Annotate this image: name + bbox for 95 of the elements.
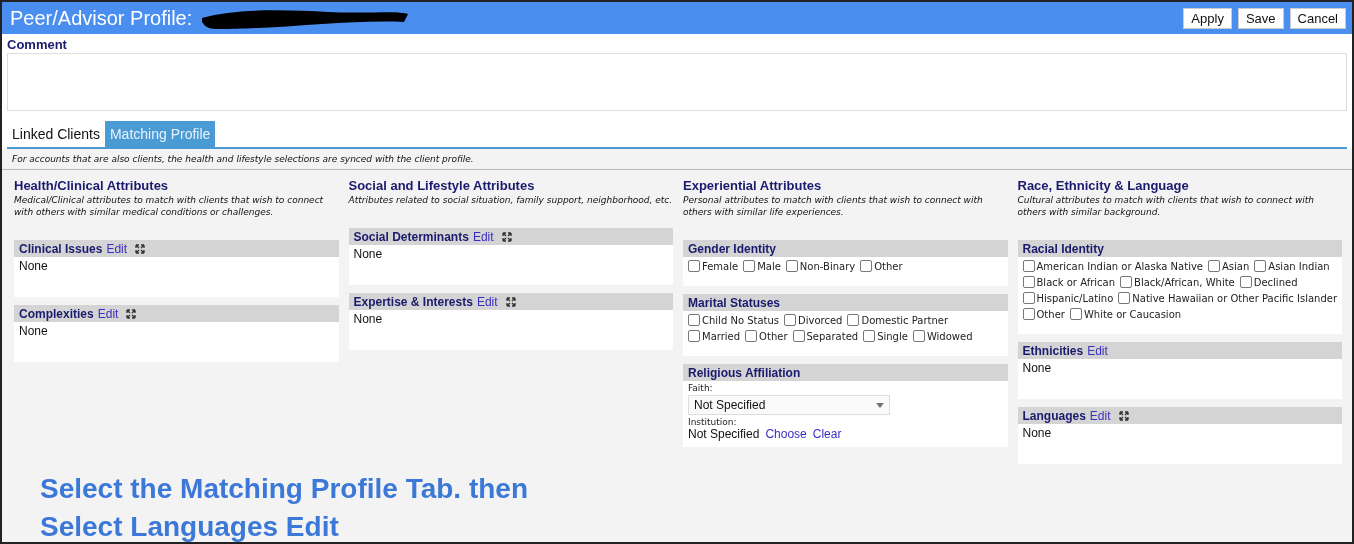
expand-icon[interactable] <box>135 243 146 254</box>
section-title: Religious Affiliation <box>688 365 801 380</box>
section-value: None <box>352 246 384 263</box>
checkbox[interactable] <box>792 330 805 342</box>
caret-icon <box>876 402 884 408</box>
checkbox[interactable] <box>1022 308 1035 320</box>
section-title: Gender Identity <box>688 241 776 256</box>
checkbox-label: White or Caucasion <box>1083 308 1182 320</box>
checkbox[interactable] <box>1022 276 1035 288</box>
checkbox-label: Non-Binary <box>799 260 856 272</box>
expand-icon[interactable] <box>126 308 137 319</box>
checkbox[interactable] <box>1022 260 1035 272</box>
checkbox-label: Asian Indian <box>1268 260 1330 272</box>
checkbox[interactable] <box>1118 292 1131 304</box>
field-label: Faith: <box>688 383 714 393</box>
section-title: Expertise & Interests <box>353 294 473 309</box>
checkbox[interactable] <box>745 330 758 342</box>
checkbox[interactable] <box>860 260 873 272</box>
comment-field[interactable] <box>7 53 1347 111</box>
checkbox[interactable] <box>688 314 700 326</box>
instruction-text: Select the Matching Profile Tab. then <box>40 472 529 506</box>
edit-link[interactable]: Edit <box>1087 343 1108 358</box>
checkbox-label: Black/African, White <box>1134 276 1235 288</box>
header-button[interactable]: Apply <box>1183 7 1232 29</box>
checkbox-label: Married <box>702 330 741 342</box>
checkbox-label: Female <box>702 260 739 272</box>
expand-icon[interactable] <box>501 231 512 242</box>
faith-dropdown[interactable]: Not Specified <box>688 395 890 415</box>
checkbox-label: Hispanic/Latino <box>1036 292 1114 304</box>
checkbox-label: Domestic Partner <box>861 314 949 326</box>
instruction-text: Select Languages Edit <box>40 510 340 542</box>
section-title: Racial Identity <box>1022 241 1104 256</box>
section-title: Social Determinants <box>353 229 469 244</box>
column-description: Cultural attributes to match with clients that wish to connect with others with similar background. <box>1017 194 1316 218</box>
section-title: Clinical Issues <box>19 241 103 256</box>
checkbox-label: Black or African <box>1036 276 1115 288</box>
header-button[interactable]: Cancel <box>1289 7 1346 29</box>
section-title: Languages <box>1022 408 1086 423</box>
checkbox-label: Child No Status <box>702 314 780 326</box>
checkbox-label: American Indian or Alaska Native <box>1036 260 1203 272</box>
expand-icon[interactable] <box>505 296 516 307</box>
checkbox[interactable] <box>688 330 700 342</box>
edit-link[interactable]: Edit <box>472 229 494 244</box>
checkbox-label: Single <box>877 330 908 342</box>
checkbox-label: Other <box>759 330 788 342</box>
institution-value: Not Specified <box>688 427 760 441</box>
checkbox-label: Native Hawaiian or Other Pacific Islander <box>1132 292 1337 304</box>
expand-icon[interactable] <box>1118 410 1129 421</box>
section-title: Marital Statuses <box>688 295 781 310</box>
header-button[interactable]: Save <box>1237 7 1284 29</box>
section-value: None <box>18 323 49 340</box>
section-value: None <box>18 258 49 275</box>
column-description: Medical/Clinical attributes to match with clients that wish to connect with others with similar medical conditions or challenges. <box>14 194 325 218</box>
checkbox[interactable] <box>1069 308 1082 320</box>
checkbox-label: Other <box>1036 308 1065 320</box>
checkbox[interactable] <box>1022 292 1035 304</box>
checkbox[interactable] <box>1208 260 1220 272</box>
checkbox-label: Asian <box>1222 260 1250 272</box>
action-link[interactable]: Choose <box>765 427 807 441</box>
edit-link[interactable]: Edit <box>106 241 128 256</box>
action-link[interactable]: Clear <box>812 427 842 441</box>
section-value: None <box>352 311 384 328</box>
checkbox[interactable] <box>1239 276 1252 288</box>
column-title: Experiential Attributes <box>683 178 823 193</box>
column-title: Health/Clinical Attributes <box>14 178 170 193</box>
edit-link[interactable]: Edit <box>97 306 119 321</box>
checkbox[interactable] <box>784 314 797 326</box>
section-title: Ethnicities <box>1022 343 1084 358</box>
checkbox[interactable] <box>863 330 876 342</box>
edit-link[interactable]: Edit <box>1089 408 1111 423</box>
checkbox-label: Divorced <box>798 314 843 326</box>
checkbox-label: Widowed <box>926 330 973 342</box>
sync-note: For accounts that are also clients, the health and lifestyle selections are synced with the client profile. <box>2 149 1352 170</box>
edit-link[interactable]: Edit <box>476 294 498 309</box>
checkbox[interactable] <box>1254 260 1267 272</box>
section-value: None <box>1021 425 1053 442</box>
column-description: Personal attributes to match with clients that wish to connect with others with similar life experiences. <box>683 194 984 218</box>
checkbox[interactable] <box>743 260 756 272</box>
checkbox[interactable] <box>912 330 925 342</box>
checkbox[interactable] <box>785 260 798 272</box>
column-title: Social and Lifestyle Attributes <box>348 178 536 193</box>
checkbox-label: Separated <box>806 330 859 342</box>
section-value: None <box>1021 360 1053 377</box>
checkbox[interactable] <box>1120 276 1132 288</box>
checkbox-label: Male <box>757 260 781 272</box>
checkbox[interactable] <box>847 314 860 326</box>
column-title: Race, Ethnicity & Language <box>1017 178 1190 193</box>
page-title: Peer/Advisor Profile: <box>10 6 193 30</box>
field-label: Institution: <box>688 417 738 427</box>
comment-label: Comment <box>7 37 68 52</box>
section-title: Complexities <box>19 306 94 321</box>
checkbox[interactable] <box>688 260 700 272</box>
checkbox-label: Declined <box>1253 276 1298 288</box>
checkbox-label: Other <box>874 260 903 272</box>
column-description: Attributes related to social situation, family support, neighborhood, etc. <box>348 194 673 206</box>
